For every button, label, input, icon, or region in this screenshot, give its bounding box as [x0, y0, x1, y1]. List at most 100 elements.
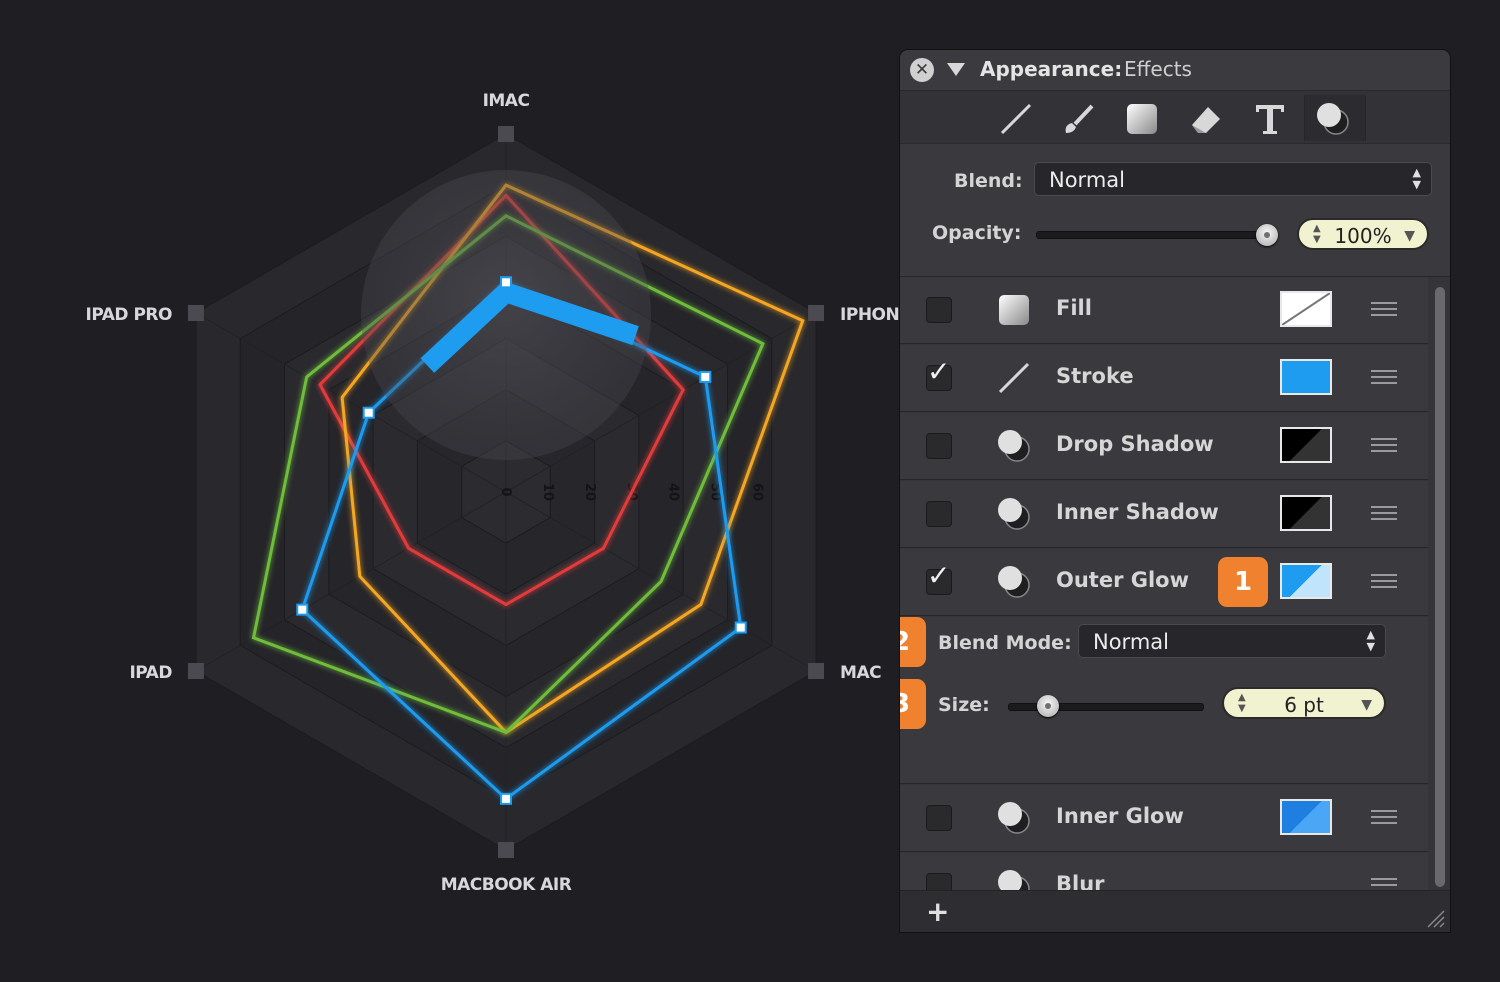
axis-label: IMAC — [483, 91, 530, 111]
text-tool-icon[interactable] — [1240, 95, 1300, 141]
size-stepper[interactable]: ▲ ▼ 6 pt ▼ — [1222, 687, 1386, 719]
resize-grip-icon[interactable] — [1424, 907, 1446, 929]
select-arrows-icon: ▲ ▼ — [1412, 166, 1421, 191]
axis-label: IPHONE — [840, 305, 900, 325]
panel-title: Appearance: — [980, 57, 1123, 81]
eraser-tool-icon[interactable] — [1176, 95, 1236, 141]
effect-name: Fill — [1056, 296, 1092, 320]
size-value: 6 pt — [1284, 693, 1324, 717]
drag-handle-icon[interactable] — [1371, 878, 1397, 890]
callout-badge-2: 2 — [900, 617, 926, 667]
effect-row-inner-shadow[interactable]: Inner Shadow — [900, 481, 1428, 548]
callout-badge-1: 1 — [1218, 557, 1268, 607]
vertex-handle — [500, 792, 512, 805]
effect-name: Inner Shadow — [1056, 500, 1219, 524]
opacity-label: Opacity: — [932, 222, 1022, 244]
blend-mode-label: Blend Mode: — [938, 632, 1072, 654]
tick-label: 0 — [498, 487, 513, 496]
effect-row-stroke[interactable]: ✓ Stroke — [900, 345, 1428, 412]
drag-handle-icon[interactable] — [1371, 302, 1397, 316]
chevron-down-icon[interactable]: ▼ — [1361, 689, 1372, 721]
outer-glow-options: 2 Blend Mode: Normal ▲ ▼ 3 Size: ▲ ▼ 6 pt … — [900, 617, 1428, 784]
blend-select[interactable]: Normal ▲ ▼ — [1034, 162, 1432, 196]
brush-tool-icon[interactable] — [1048, 95, 1108, 141]
inner-glow-color-swatch[interactable] — [1280, 799, 1332, 835]
fill-checkbox[interactable] — [926, 297, 952, 323]
effect-row-drop-shadow[interactable]: Drop Shadow — [900, 413, 1428, 480]
blend-mode-select[interactable]: Normal ▲ ▼ — [1078, 624, 1386, 658]
opacity-value: 100% — [1334, 224, 1392, 248]
effects-scrollbar[interactable] — [1430, 277, 1450, 890]
checkmark-icon: ✓ — [927, 355, 951, 388]
inner-shadow-color-swatch[interactable] — [1280, 495, 1332, 531]
radar-chart: 0102030405060 IMACIPHONEMACMACBOOK AIRIP… — [86, 91, 900, 895]
blend-select-value: Normal — [1049, 168, 1125, 192]
inner-glow-checkbox[interactable] — [926, 805, 952, 831]
vertex-handle — [734, 621, 747, 634]
drag-handle-icon[interactable] — [1371, 370, 1397, 384]
size-label: Size: — [938, 694, 990, 716]
axis-marker — [498, 842, 514, 858]
effect-name: Outer Glow — [1056, 568, 1190, 592]
drop-shadow-checkbox[interactable] — [926, 433, 952, 459]
checkmark-icon: ✓ — [927, 559, 951, 592]
inner-shadow-checkbox[interactable] — [926, 501, 952, 527]
magnified-vertex-handle — [500, 276, 512, 289]
blur-icon — [998, 870, 1030, 890]
fill-color-swatch[interactable] — [1280, 291, 1332, 327]
opacity-slider[interactable] — [1036, 231, 1278, 239]
tick-label: 60 — [750, 483, 765, 501]
axis-label: MAC — [840, 663, 881, 683]
effect-name: Drop Shadow — [1056, 432, 1214, 456]
effect-row-blur[interactable]: Blur — [900, 853, 1428, 890]
disclosure-triangle-icon[interactable] — [947, 63, 965, 76]
add-effect-button[interactable]: + — [926, 895, 949, 928]
effect-name: Stroke — [1056, 364, 1134, 388]
drop-shadow-color-swatch[interactable] — [1280, 427, 1332, 463]
panel-subtitle: Effects — [1124, 57, 1192, 81]
vertex-handle — [699, 370, 712, 383]
drag-handle-icon[interactable] — [1371, 810, 1397, 824]
axis-label: MACBOOK AIR — [441, 875, 572, 895]
drag-handle-icon[interactable] — [1371, 506, 1397, 520]
tick-label: 20 — [582, 483, 597, 501]
drag-handle-icon[interactable] — [1371, 574, 1397, 588]
axis-marker — [187, 305, 204, 321]
chevron-down-icon[interactable]: ▼ — [1404, 220, 1415, 252]
vertex-handle — [296, 603, 309, 616]
appearance-panel: ✕ Appearance: Effects Blend: Normal ▲ ▼ O… — [900, 50, 1450, 932]
axis-marker — [808, 305, 825, 321]
axis-label: IPAD — [129, 663, 172, 683]
outer-glow-color-swatch[interactable] — [1280, 563, 1332, 599]
stepper-arrows-icon[interactable]: ▲ ▼ — [1313, 223, 1321, 245]
effect-row-fill[interactable]: Fill — [900, 277, 1428, 344]
callout-badge-3: 3 — [900, 679, 926, 729]
opacity-stepper[interactable]: ▲ ▼ 100% ▼ — [1297, 218, 1429, 250]
drag-handle-icon[interactable] — [1371, 438, 1397, 452]
blur-checkbox[interactable] — [926, 873, 952, 890]
stroke-color-swatch[interactable] — [1280, 359, 1332, 395]
fill-icon — [999, 295, 1029, 325]
fill-tool-icon[interactable] — [1112, 95, 1172, 141]
tick-label: 10 — [540, 483, 555, 501]
line-tool-icon[interactable] — [986, 95, 1046, 141]
close-icon[interactable]: ✕ — [910, 58, 934, 82]
outer-glow-icon — [998, 566, 1030, 598]
size-slider-knob[interactable] — [1037, 695, 1060, 717]
effect-row-inner-glow[interactable]: Inner Glow — [900, 785, 1428, 852]
axis-marker — [808, 663, 825, 679]
magnifier-lens — [361, 170, 651, 460]
opacity-slider-knob[interactable] — [1256, 224, 1278, 246]
stroke-icon — [998, 362, 1030, 394]
scrollbar-thumb[interactable] — [1435, 287, 1445, 887]
blend-label: Blend: — [954, 170, 1023, 192]
axis-marker — [498, 126, 514, 142]
effect-name: Blur — [1056, 872, 1105, 890]
effects-list: Fill ✓ Stroke Drop Shadow Inner Shadow ✓… — [900, 277, 1430, 890]
select-arrows-icon: ▲ ▼ — [1366, 628, 1375, 653]
blend-opacity-section: Blend: Normal ▲ ▼ Opacity: ▲ ▼ 100% ▼ — [900, 144, 1450, 277]
effect-row-outer-glow[interactable]: ✓ Outer Glow 1 — [900, 549, 1428, 616]
stepper-arrows-icon[interactable]: ▲ ▼ — [1238, 692, 1246, 714]
tick-label: 40 — [666, 483, 681, 501]
effects-tool-icon[interactable] — [1304, 95, 1366, 141]
